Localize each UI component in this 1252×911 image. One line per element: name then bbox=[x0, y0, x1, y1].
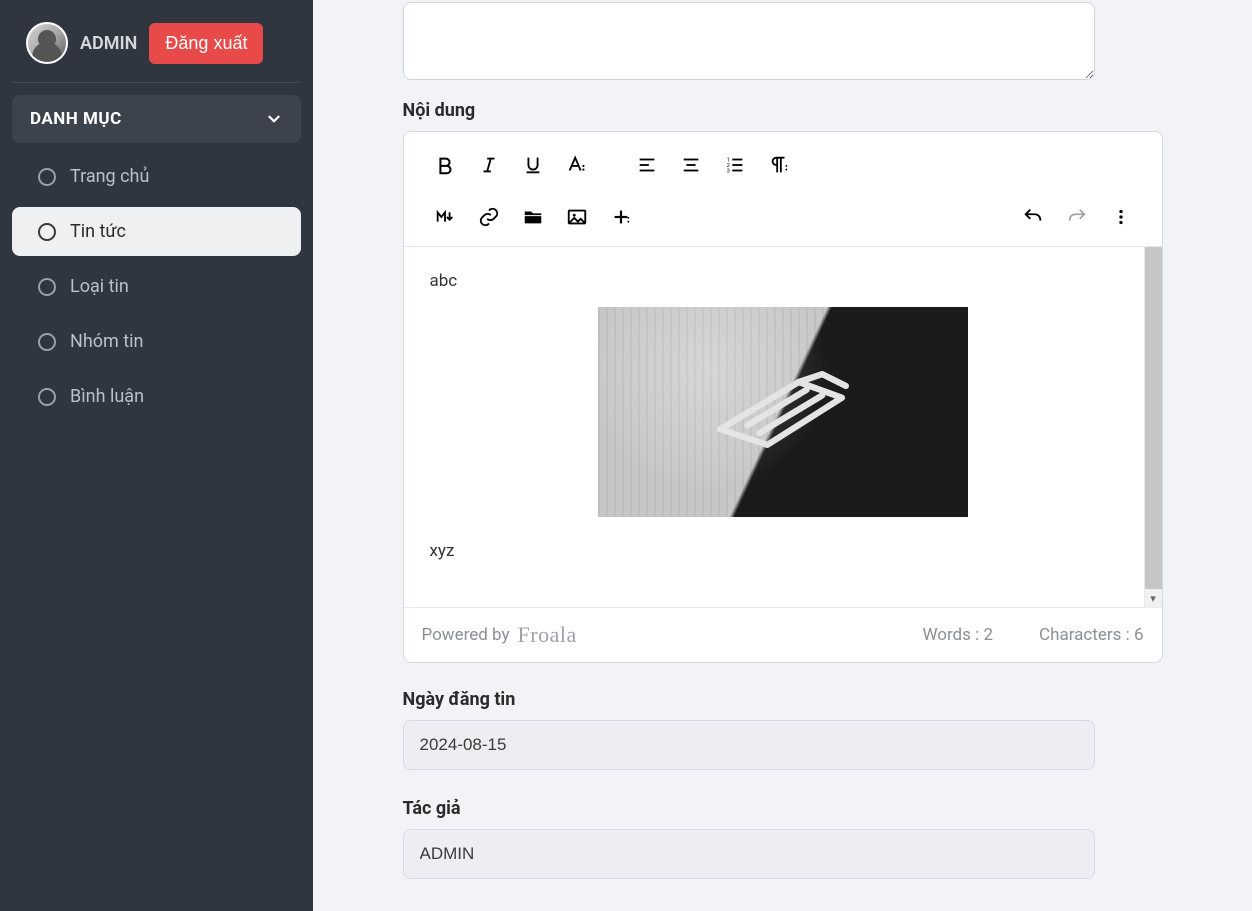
logout-button[interactable]: Đăng xuất bbox=[149, 23, 263, 64]
nav-section-title: DANH MỤC bbox=[30, 109, 122, 129]
editor-content-area[interactable]: abc xyz bbox=[404, 247, 1162, 607]
editor-toolbar-row2 bbox=[404, 184, 1162, 247]
sidebar-item-nhomtin[interactable]: Nhóm tin bbox=[12, 317, 301, 366]
insert-more-button[interactable] bbox=[602, 198, 640, 236]
circle-icon bbox=[38, 278, 56, 296]
circle-icon bbox=[38, 333, 56, 351]
align-left-button[interactable] bbox=[628, 146, 666, 184]
sidebar: ADMIN Đăng xuất DANH MỤC Trang chủ Tin t… bbox=[0, 0, 313, 911]
scroll-down-icon: ▾ bbox=[1145, 589, 1162, 607]
author-input[interactable] bbox=[403, 829, 1095, 879]
word-count: Words : 2 bbox=[922, 625, 993, 645]
rog-logo-icon bbox=[703, 355, 863, 470]
sidebar-item-binhluan[interactable]: Bình luận bbox=[12, 372, 301, 421]
date-label: Ngày đăng tin bbox=[403, 689, 1163, 710]
powered-by[interactable]: Powered by Froala bbox=[422, 622, 577, 648]
redo-button[interactable] bbox=[1058, 198, 1096, 236]
svg-text:3: 3 bbox=[726, 168, 729, 174]
author-label: Tác giả bbox=[403, 798, 1163, 819]
editor-text: xyz bbox=[430, 541, 1136, 561]
rich-text-editor: 123 abc bbox=[403, 131, 1163, 663]
sidebar-item-label: Bình luận bbox=[70, 386, 144, 407]
char-count: Characters : 6 bbox=[1039, 625, 1143, 645]
main-content: Nội dung 123 bbox=[313, 0, 1252, 911]
sidebar-item-tintuc[interactable]: Tin tức bbox=[12, 207, 301, 256]
underline-button[interactable] bbox=[514, 146, 552, 184]
sidebar-header: ADMIN Đăng xuất bbox=[12, 18, 301, 83]
circle-icon bbox=[38, 388, 56, 406]
editor-footer: Powered by Froala Words : 2 Characters :… bbox=[404, 608, 1162, 662]
sidebar-item-label: Trang chủ bbox=[70, 166, 149, 187]
powered-by-label: Powered by bbox=[422, 625, 510, 645]
content-label: Nội dung bbox=[403, 100, 1163, 121]
brand-name: Froala bbox=[518, 622, 577, 648]
bold-button[interactable] bbox=[426, 146, 464, 184]
sidebar-item-label: Tin tức bbox=[70, 221, 126, 242]
insert-image-button[interactable] bbox=[558, 198, 596, 236]
sidebar-item-label: Nhóm tin bbox=[70, 331, 143, 352]
align-center-button[interactable] bbox=[672, 146, 710, 184]
summary-textarea[interactable] bbox=[403, 2, 1095, 80]
undo-button[interactable] bbox=[1014, 198, 1052, 236]
file-manager-button[interactable] bbox=[514, 198, 552, 236]
sidebar-item-trangchu[interactable]: Trang chủ bbox=[12, 152, 301, 201]
avatar[interactable] bbox=[26, 22, 68, 64]
link-button[interactable] bbox=[470, 198, 508, 236]
circle-icon bbox=[38, 168, 56, 186]
markdown-button[interactable] bbox=[426, 198, 464, 236]
paragraph-format-button[interactable] bbox=[760, 146, 798, 184]
font-style-button[interactable] bbox=[558, 146, 596, 184]
sidebar-item-loaitin[interactable]: Loại tin bbox=[12, 262, 301, 311]
editor-text: abc bbox=[430, 271, 1136, 291]
ordered-list-button[interactable]: 123 bbox=[716, 146, 754, 184]
editor-scrollbar[interactable]: ▾ bbox=[1144, 247, 1162, 607]
editor-body-wrap: abc xyz ▾ bbox=[404, 247, 1162, 608]
date-input[interactable] bbox=[403, 720, 1095, 770]
more-options-button[interactable] bbox=[1102, 198, 1140, 236]
chevron-down-icon bbox=[265, 110, 283, 128]
embedded-image[interactable] bbox=[598, 307, 968, 517]
italic-button[interactable] bbox=[470, 146, 508, 184]
circle-icon bbox=[38, 223, 56, 241]
user-label: ADMIN bbox=[80, 33, 137, 54]
editor-toolbar-row1: 123 bbox=[404, 132, 1162, 184]
nav-section-danh-muc[interactable]: DANH MỤC bbox=[12, 95, 301, 143]
sidebar-item-label: Loại tin bbox=[70, 276, 129, 297]
